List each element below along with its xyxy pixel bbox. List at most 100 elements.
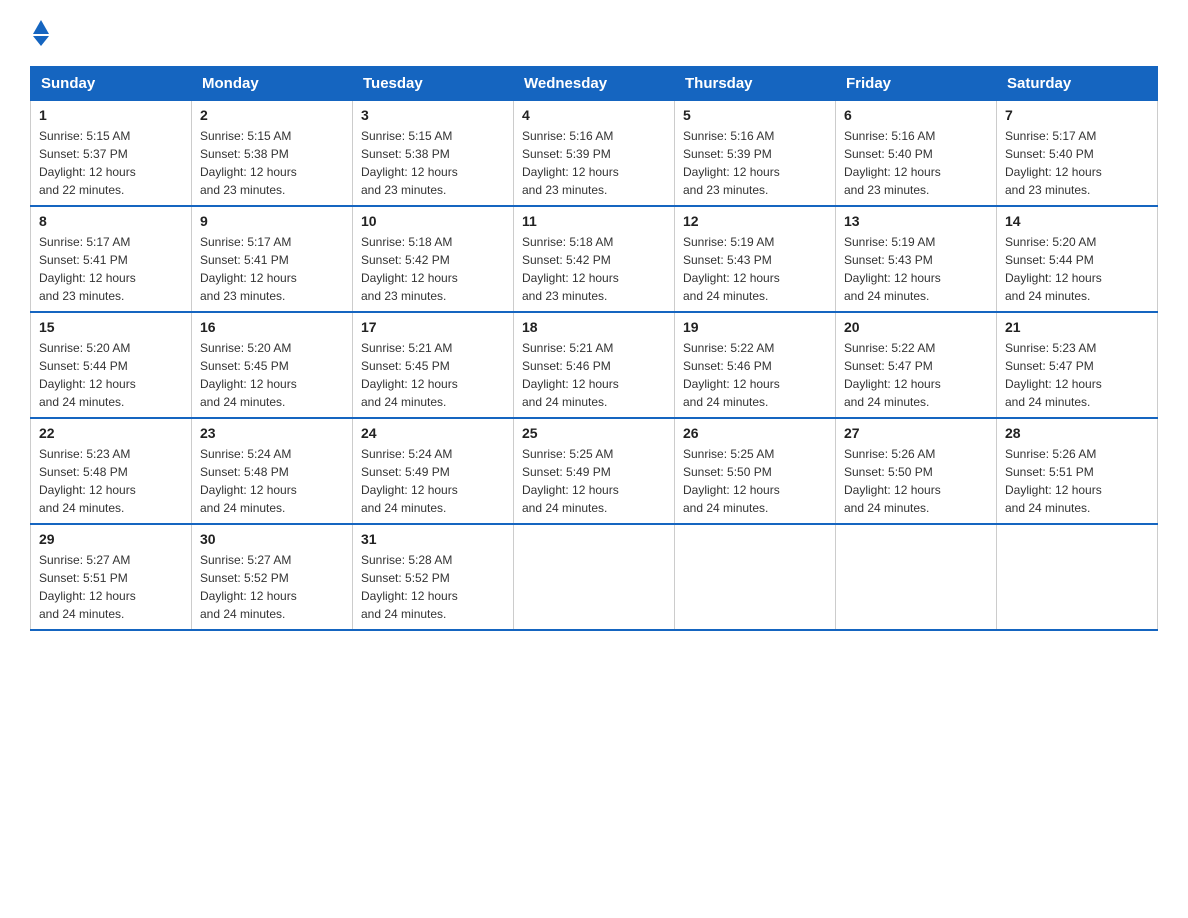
calendar-cell xyxy=(836,524,997,630)
day-number: 27 xyxy=(844,425,988,441)
header-cell-tuesday: Tuesday xyxy=(353,67,514,101)
day-number: 31 xyxy=(361,531,505,547)
calendar-cell: 17 Sunrise: 5:21 AM Sunset: 5:45 PM Dayl… xyxy=(353,312,514,418)
sunrise-label: Sunrise: 5:16 AM xyxy=(844,129,935,143)
daylight-label: Daylight: 12 hours xyxy=(683,271,780,285)
daylight-minutes: and 24 minutes. xyxy=(200,607,285,621)
sunrise-label: Sunrise: 5:26 AM xyxy=(844,447,935,461)
sunset-label: Sunset: 5:42 PM xyxy=(361,253,450,267)
sunset-label: Sunset: 5:50 PM xyxy=(844,465,933,479)
sunrise-label: Sunrise: 5:25 AM xyxy=(522,447,613,461)
daylight-label: Daylight: 12 hours xyxy=(522,377,619,391)
daylight-minutes: and 24 minutes. xyxy=(683,501,768,515)
calendar-cell xyxy=(675,524,836,630)
sunrise-label: Sunrise: 5:23 AM xyxy=(39,447,130,461)
calendar-week-3: 15 Sunrise: 5:20 AM Sunset: 5:44 PM Dayl… xyxy=(31,312,1158,418)
daylight-label: Daylight: 12 hours xyxy=(200,483,297,497)
daylight-minutes: and 24 minutes. xyxy=(39,501,124,515)
calendar-cell: 4 Sunrise: 5:16 AM Sunset: 5:39 PM Dayli… xyxy=(514,101,675,207)
daylight-label: Daylight: 12 hours xyxy=(361,165,458,179)
day-info: Sunrise: 5:16 AM Sunset: 5:39 PM Dayligh… xyxy=(522,127,666,199)
daylight-minutes: and 24 minutes. xyxy=(522,395,607,409)
day-info: Sunrise: 5:18 AM Sunset: 5:42 PM Dayligh… xyxy=(361,233,505,305)
daylight-minutes: and 24 minutes. xyxy=(1005,501,1090,515)
sunset-label: Sunset: 5:47 PM xyxy=(1005,359,1094,373)
calendar-cell: 18 Sunrise: 5:21 AM Sunset: 5:46 PM Dayl… xyxy=(514,312,675,418)
sunset-label: Sunset: 5:52 PM xyxy=(200,571,289,585)
day-info: Sunrise: 5:22 AM Sunset: 5:46 PM Dayligh… xyxy=(683,339,827,411)
day-info: Sunrise: 5:15 AM Sunset: 5:37 PM Dayligh… xyxy=(39,127,183,199)
sunrise-label: Sunrise: 5:22 AM xyxy=(683,341,774,355)
day-number: 30 xyxy=(200,531,344,547)
daylight-label: Daylight: 12 hours xyxy=(361,271,458,285)
sunset-label: Sunset: 5:51 PM xyxy=(1005,465,1094,479)
daylight-label: Daylight: 12 hours xyxy=(361,589,458,603)
daylight-minutes: and 23 minutes. xyxy=(683,183,768,197)
day-info: Sunrise: 5:24 AM Sunset: 5:48 PM Dayligh… xyxy=(200,445,344,517)
calendar-cell: 12 Sunrise: 5:19 AM Sunset: 5:43 PM Dayl… xyxy=(675,206,836,312)
day-number: 15 xyxy=(39,319,183,335)
calendar-week-1: 1 Sunrise: 5:15 AM Sunset: 5:37 PM Dayli… xyxy=(31,101,1158,207)
daylight-minutes: and 23 minutes. xyxy=(200,289,285,303)
day-info: Sunrise: 5:21 AM Sunset: 5:46 PM Dayligh… xyxy=(522,339,666,411)
daylight-minutes: and 24 minutes. xyxy=(683,395,768,409)
sunset-label: Sunset: 5:49 PM xyxy=(522,465,611,479)
daylight-label: Daylight: 12 hours xyxy=(39,589,136,603)
sunset-label: Sunset: 5:46 PM xyxy=(683,359,772,373)
sunset-label: Sunset: 5:37 PM xyxy=(39,147,128,161)
sunset-label: Sunset: 5:40 PM xyxy=(844,147,933,161)
daylight-minutes: and 23 minutes. xyxy=(39,289,124,303)
sunrise-label: Sunrise: 5:28 AM xyxy=(361,553,452,567)
day-number: 28 xyxy=(1005,425,1149,441)
daylight-minutes: and 24 minutes. xyxy=(1005,395,1090,409)
calendar-cell: 7 Sunrise: 5:17 AM Sunset: 5:40 PM Dayli… xyxy=(997,101,1158,207)
day-number: 8 xyxy=(39,213,183,229)
day-info: Sunrise: 5:18 AM Sunset: 5:42 PM Dayligh… xyxy=(522,233,666,305)
sunset-label: Sunset: 5:44 PM xyxy=(1005,253,1094,267)
sunrise-label: Sunrise: 5:15 AM xyxy=(200,129,291,143)
daylight-minutes: and 24 minutes. xyxy=(844,395,929,409)
sunrise-label: Sunrise: 5:25 AM xyxy=(683,447,774,461)
sunrise-label: Sunrise: 5:24 AM xyxy=(361,447,452,461)
calendar-cell: 23 Sunrise: 5:24 AM Sunset: 5:48 PM Dayl… xyxy=(192,418,353,524)
calendar-cell: 21 Sunrise: 5:23 AM Sunset: 5:47 PM Dayl… xyxy=(997,312,1158,418)
sunrise-label: Sunrise: 5:17 AM xyxy=(200,235,291,249)
sunset-label: Sunset: 5:52 PM xyxy=(361,571,450,585)
sunset-label: Sunset: 5:43 PM xyxy=(844,253,933,267)
sunset-label: Sunset: 5:48 PM xyxy=(200,465,289,479)
day-number: 9 xyxy=(200,213,344,229)
day-info: Sunrise: 5:28 AM Sunset: 5:52 PM Dayligh… xyxy=(361,551,505,623)
day-info: Sunrise: 5:26 AM Sunset: 5:51 PM Dayligh… xyxy=(1005,445,1149,517)
sunset-label: Sunset: 5:46 PM xyxy=(522,359,611,373)
calendar-cell: 26 Sunrise: 5:25 AM Sunset: 5:50 PM Dayl… xyxy=(675,418,836,524)
daylight-minutes: and 24 minutes. xyxy=(361,395,446,409)
sunrise-label: Sunrise: 5:27 AM xyxy=(200,553,291,567)
calendar-cell: 20 Sunrise: 5:22 AM Sunset: 5:47 PM Dayl… xyxy=(836,312,997,418)
daylight-label: Daylight: 12 hours xyxy=(1005,165,1102,179)
day-number: 21 xyxy=(1005,319,1149,335)
calendar-cell: 8 Sunrise: 5:17 AM Sunset: 5:41 PM Dayli… xyxy=(31,206,192,312)
sunrise-label: Sunrise: 5:15 AM xyxy=(361,129,452,143)
calendar-cell: 2 Sunrise: 5:15 AM Sunset: 5:38 PM Dayli… xyxy=(192,101,353,207)
daylight-label: Daylight: 12 hours xyxy=(1005,271,1102,285)
day-number: 23 xyxy=(200,425,344,441)
sunset-label: Sunset: 5:38 PM xyxy=(200,147,289,161)
calendar-cell xyxy=(997,524,1158,630)
calendar-cell: 16 Sunrise: 5:20 AM Sunset: 5:45 PM Dayl… xyxy=(192,312,353,418)
calendar-body: 1 Sunrise: 5:15 AM Sunset: 5:37 PM Dayli… xyxy=(31,101,1158,631)
daylight-minutes: and 22 minutes. xyxy=(39,183,124,197)
day-info: Sunrise: 5:25 AM Sunset: 5:49 PM Dayligh… xyxy=(522,445,666,517)
daylight-label: Daylight: 12 hours xyxy=(200,377,297,391)
sunset-label: Sunset: 5:51 PM xyxy=(39,571,128,585)
sunrise-label: Sunrise: 5:21 AM xyxy=(361,341,452,355)
calendar-week-5: 29 Sunrise: 5:27 AM Sunset: 5:51 PM Dayl… xyxy=(31,524,1158,630)
daylight-minutes: and 24 minutes. xyxy=(844,501,929,515)
day-number: 25 xyxy=(522,425,666,441)
day-number: 18 xyxy=(522,319,666,335)
sunset-label: Sunset: 5:40 PM xyxy=(1005,147,1094,161)
sunset-label: Sunset: 5:38 PM xyxy=(361,147,450,161)
daylight-minutes: and 23 minutes. xyxy=(844,183,929,197)
sunrise-label: Sunrise: 5:19 AM xyxy=(683,235,774,249)
daylight-minutes: and 23 minutes. xyxy=(522,289,607,303)
sunrise-label: Sunrise: 5:15 AM xyxy=(39,129,130,143)
